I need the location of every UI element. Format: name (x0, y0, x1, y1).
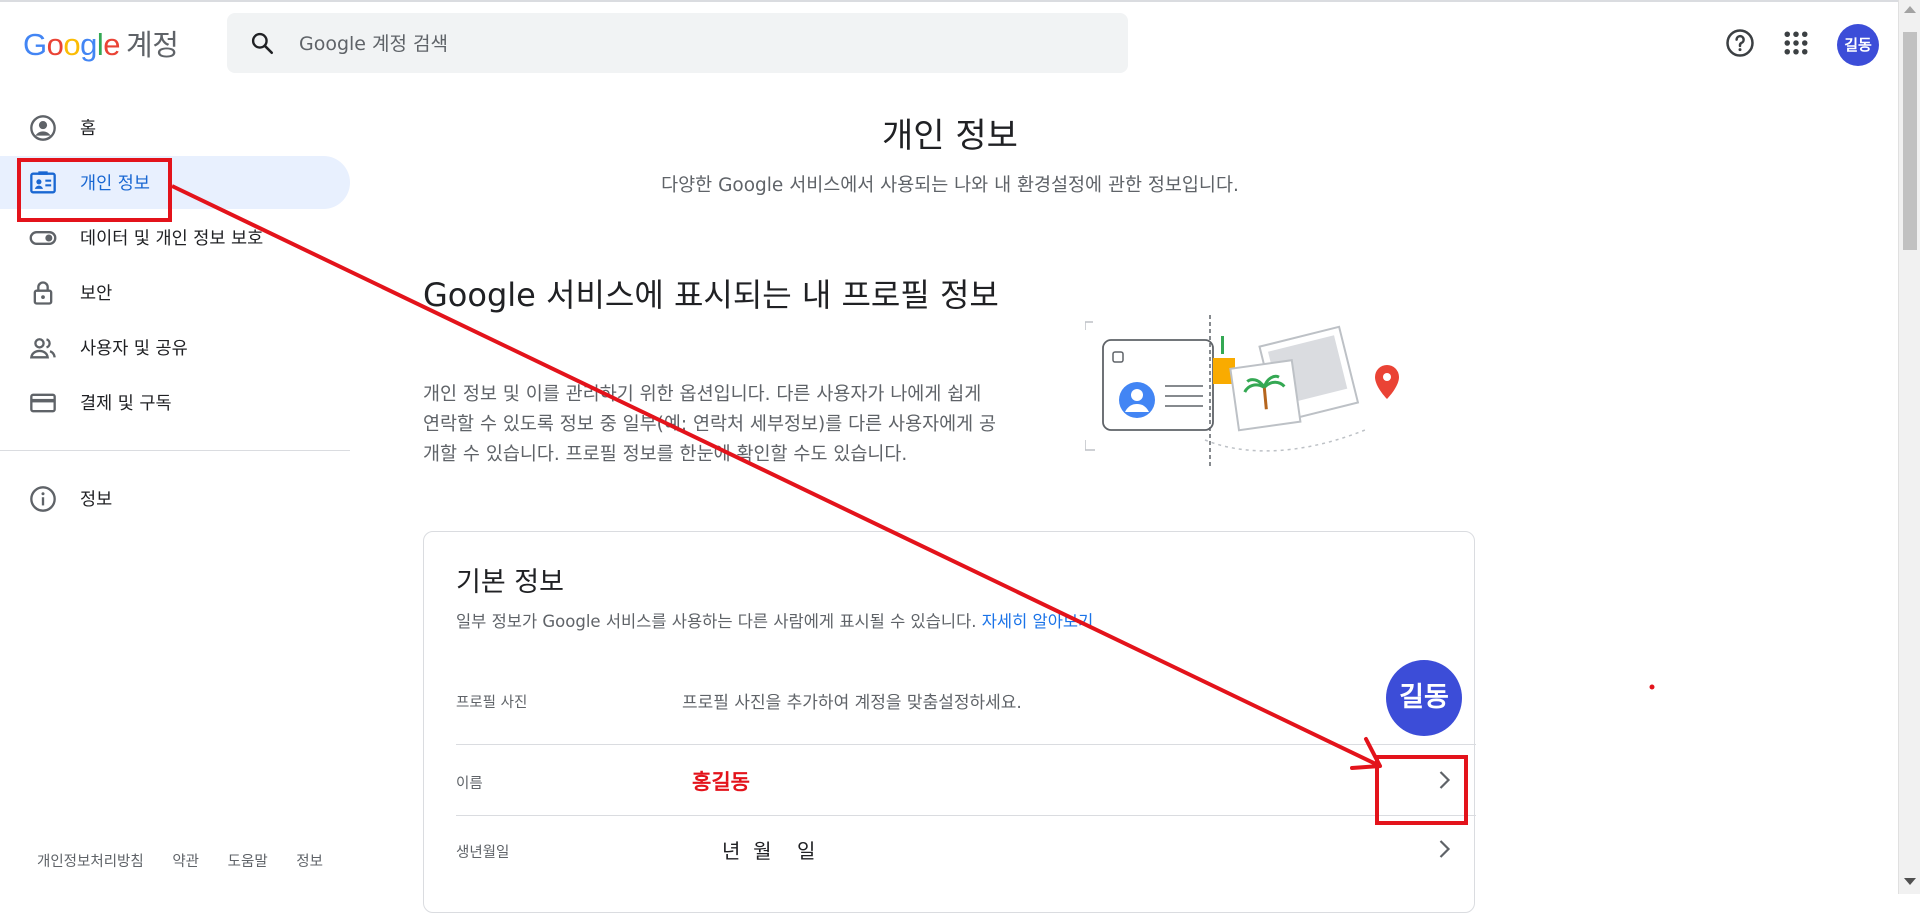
account-circle-icon (30, 115, 56, 141)
row-value: 프로필 사진을 추가하여 계정을 맞춤설정하세요. (682, 693, 1022, 713)
search-input[interactable] (297, 25, 1061, 63)
profile-section-heading: Google 서비스에 표시되는 내 프로필 정보 (423, 276, 999, 314)
search-bar[interactable] (227, 13, 1128, 73)
row-label: 생년월일 (456, 845, 510, 861)
product-name: 계정 (126, 28, 179, 62)
sidebar-divider (0, 450, 350, 451)
profile-section-description: 개인 정보 및 이를 관리하기 위한 옵션입니다. 다른 사용자가 나에게 쉽게… (423, 384, 997, 465)
scrollbar-thumb[interactable] (1903, 32, 1917, 250)
page-header: 개인 정보 다양한 Google 서비스에서 사용되는 나와 내 환경설정에 관… (425, 108, 1475, 197)
logo-letter: o (63, 27, 81, 62)
sidebar-item-label: 홈 (80, 119, 97, 139)
chevron-right-icon[interactable] (1432, 837, 1456, 861)
sidebar-item-label: 보안 (80, 284, 113, 304)
card-subtitle-text: 일부 정보가 Google 서비스를 사용하는 다른 사람에게 표시될 수 있습… (456, 612, 977, 631)
name-row[interactable]: 이름 홍길동 (456, 745, 1476, 816)
credit-card-icon (30, 393, 56, 413)
row-label: 이름 (456, 776, 483, 792)
sidebar-item-people-sharing[interactable]: 사용자 및 공유 (0, 320, 350, 375)
scroll-up-arrow-icon[interactable] (1904, 6, 1916, 13)
profile-avatar[interactable]: 길동 (1386, 660, 1462, 736)
card-subtitle: 일부 정보가 Google 서비스를 사용하는 다른 사람에게 표시될 수 있습… (456, 608, 1093, 632)
header: Google계정 길동 (0, 2, 1890, 82)
scroll-down-arrow-icon[interactable] (1904, 878, 1916, 885)
logo-letter: e (103, 27, 121, 62)
search-icon[interactable] (249, 30, 275, 56)
logo-letter: G (23, 27, 47, 62)
page-subtitle: 다양한 Google 서비스에서 사용되는 나와 내 환경설정에 관한 정보입니… (661, 175, 1239, 196)
footer-link-about[interactable]: 정보 (296, 854, 323, 870)
highlight-box-name-chevron (1375, 755, 1468, 825)
card-title: 기본 정보 (456, 567, 564, 598)
google-account-logo[interactable]: Google 계정 (23, 22, 179, 64)
logo-letter: g (80, 27, 97, 62)
birthday-row[interactable]: 생년월일 년 월 일 (456, 816, 1476, 886)
sidebar-item-label: 결제 및 구독 (80, 394, 172, 414)
page-title: 개인 정보 (882, 116, 1018, 156)
sidebar-item-label: 데이터 및 개인 정보 보호 (80, 229, 264, 249)
footer-link-terms[interactable]: 약관 (172, 854, 199, 870)
help-icon[interactable] (1725, 28, 1755, 58)
row-value: 홍길동 (692, 770, 750, 794)
account-avatar[interactable]: 길동 (1837, 24, 1879, 66)
sidebar-item-payments[interactable]: 결제 및 구독 (0, 375, 350, 430)
footer-link-privacy[interactable]: 개인정보처리방침 (37, 854, 144, 870)
sidebar-item-label: 정보 (80, 490, 113, 510)
row-value: 년 월 일 (722, 839, 816, 863)
profile-photo-row[interactable]: 프로필 사진 프로필 사진을 추가하여 계정을 맞춤설정하세요. 길동 (456, 657, 1476, 745)
row-label: 프로필 사진 (456, 695, 528, 711)
highlight-box-personal-info (17, 158, 172, 222)
profile-illustration (1085, 315, 1399, 468)
sidebar-item-security[interactable]: 보안 (0, 265, 350, 320)
basic-info-card: 기본 정보 일부 정보가 Google 서비스를 사용하는 다른 사람에게 표시… (423, 531, 1476, 913)
footer-links: 개인정보처리방침 약관 도움말 정보 (37, 850, 347, 871)
sidebar-item-home[interactable]: 홈 (0, 100, 350, 155)
sidebar-item-about[interactable]: 정보 (0, 471, 350, 526)
lock-icon (33, 281, 53, 305)
apps-grid-icon[interactable] (1781, 28, 1811, 58)
sidebar-item-label: 사용자 및 공유 (80, 339, 188, 359)
learn-more-link[interactable]: 자세히 알아보기 (982, 612, 1094, 631)
logo-letter: o (46, 27, 64, 62)
footer-link-help[interactable]: 도움말 (228, 854, 268, 870)
people-icon (30, 338, 56, 359)
info-icon (30, 486, 56, 512)
toggle-icon (29, 231, 57, 245)
page-scrollbar[interactable] (1898, 0, 1920, 894)
